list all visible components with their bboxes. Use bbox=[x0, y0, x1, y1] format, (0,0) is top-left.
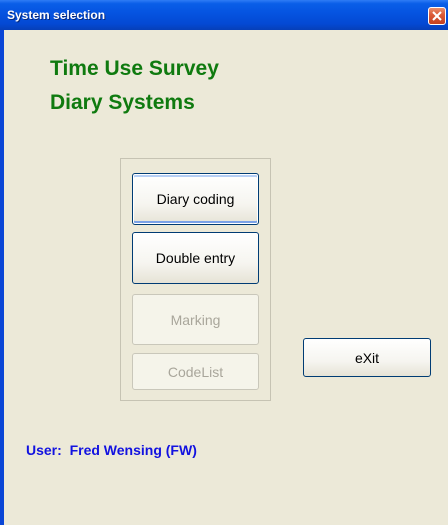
app-title-line1: Time Use Survey bbox=[50, 57, 219, 80]
close-button[interactable] bbox=[428, 7, 446, 25]
diary-coding-button[interactable]: Diary coding bbox=[132, 173, 259, 225]
client-area: Time Use Survey Diary Systems Diary codi… bbox=[4, 30, 448, 525]
current-user-label: User: Fred Wensing (FW) bbox=[26, 442, 197, 458]
system-selection-window: System selection Time Use Survey Diary S… bbox=[0, 0, 448, 525]
exit-button[interactable]: eXit bbox=[303, 338, 431, 377]
title-bar[interactable]: System selection bbox=[0, 0, 448, 30]
app-title-line2: Diary Systems bbox=[50, 91, 195, 114]
window-title: System selection bbox=[7, 8, 106, 22]
close-icon bbox=[432, 11, 442, 21]
codelist-button: CodeList bbox=[132, 353, 259, 390]
double-entry-button[interactable]: Double entry bbox=[132, 232, 259, 284]
marking-button: Marking bbox=[132, 294, 259, 345]
